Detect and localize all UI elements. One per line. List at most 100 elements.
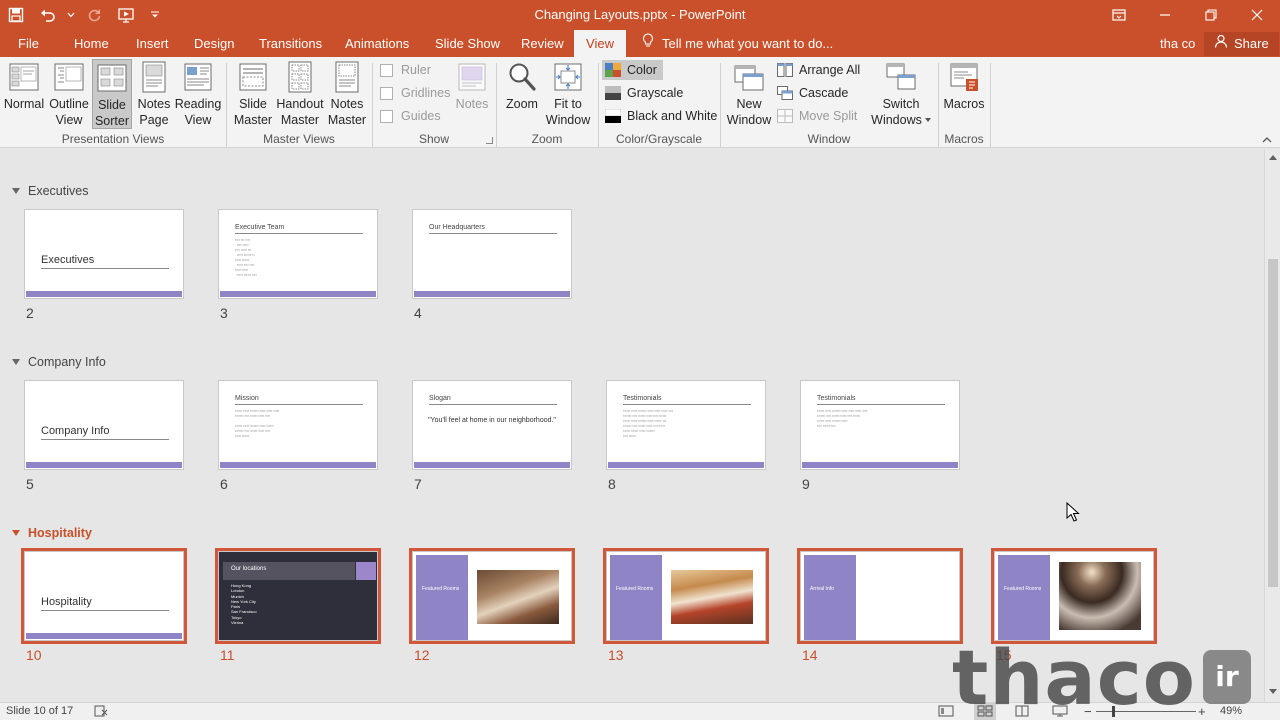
slide-thumbnail-selected[interactable]: Arrival Info: [797, 548, 963, 644]
slide-thumbnail[interactable]: Mission ▪▪▪▪▪▪ ▪▪▪▪▪ ▪▪▪▪▪▪▪ ▪▪▪▪▪ ▪▪▪▪▪…: [218, 380, 378, 470]
scroll-down-arrow-icon[interactable]: [1269, 689, 1277, 694]
vertical-scrollbar[interactable]: [1264, 149, 1280, 702]
tab-file[interactable]: File: [8, 30, 49, 57]
outline-view-button[interactable]: Outline View: [46, 61, 92, 128]
slide-sorter-label: Slide: [98, 98, 126, 112]
zoom-in-icon[interactable]: +: [1198, 704, 1206, 719]
notes-page-icon: [138, 61, 170, 93]
slide-number: 6: [220, 476, 228, 492]
minimize-icon[interactable]: [1142, 0, 1188, 30]
share-button[interactable]: Share: [1204, 32, 1279, 56]
zoom-level[interactable]: 49%: [1220, 705, 1242, 717]
switch-windows-button[interactable]: Switch Windows: [870, 61, 932, 128]
move-split-button[interactable]: Move Split: [777, 106, 857, 126]
ribbon: Normal Outline View Slide Sorter Notes P…: [0, 57, 1280, 148]
notes-master-icon: [331, 61, 363, 93]
macros-icon: [948, 61, 980, 93]
section-header-company-info[interactable]: Company Info: [12, 355, 106, 369]
group-label-show: Show: [418, 132, 450, 146]
collapse-section-icon[interactable]: [12, 359, 20, 365]
watermark-badge: ir: [1203, 650, 1251, 704]
slide-master-label: Slide: [239, 97, 267, 111]
slide-thumbnail[interactable]: Slogan "You'll feel at home in our neigh…: [412, 380, 572, 470]
hotel-room-photo: [1059, 562, 1141, 630]
arrange-all-button[interactable]: Arrange All: [777, 60, 860, 80]
tab-review[interactable]: Review: [511, 30, 574, 57]
slide-thumbnail[interactable]: Executives: [24, 209, 184, 299]
restore-icon[interactable]: [1188, 0, 1234, 30]
normal-view-icon: [8, 61, 40, 93]
slide-thumbnail[interactable]: Company Info: [24, 380, 184, 470]
notes-button[interactable]: Notes: [452, 61, 492, 112]
slide-number: 14: [802, 647, 818, 663]
scroll-up-arrow-icon[interactable]: [1269, 155, 1277, 160]
mouse-cursor-icon: [1066, 501, 1080, 525]
outline-view-label: Outline: [49, 97, 89, 111]
tab-slide-show[interactable]: Slide Show: [425, 30, 510, 57]
guides-checkbox[interactable]: Guides: [380, 106, 441, 126]
switch-windows-label: Switch: [882, 97, 920, 111]
notes-page-button[interactable]: Notes Page: [134, 61, 174, 128]
slide-thumbnail[interactable]: Testimonials ▪▪▪▪▪▪ ▪▪▪▪▪ ▪▪▪▪▪▪▪ ▪▪▪▪▪ …: [800, 380, 960, 470]
new-window-label: New: [736, 97, 762, 111]
notes-master-label: Notes: [330, 97, 364, 111]
tab-home[interactable]: Home: [64, 30, 119, 57]
slide-thumbnail[interactable]: Our Headquarters: [412, 209, 572, 299]
tell-me-box[interactable]: Tell me what you want to do...: [632, 30, 843, 57]
black-and-white-button[interactable]: Black and White: [604, 106, 717, 126]
tab-animations[interactable]: Animations: [335, 30, 419, 57]
fit-to-window-button[interactable]: Fit to Window: [544, 61, 592, 128]
user-name[interactable]: tha co: [1150, 30, 1205, 57]
grayscale-button[interactable]: Grayscale: [605, 83, 683, 103]
normal-view-label: Normal: [3, 97, 45, 111]
locations-list: Hong Kong London Munich New York City Pa…: [231, 583, 257, 626]
black-white-swatch-icon: [604, 108, 622, 123]
tab-design[interactable]: Design: [184, 30, 244, 57]
move-split-icon: [777, 109, 793, 123]
slide-thumbnail[interactable]: Testimonials ▪▪▪▪▪▪ ▪▪▪▪▪ ▪▪▪▪▪▪▪ ▪▪▪▪▪ …: [606, 380, 766, 470]
tab-view[interactable]: View: [574, 30, 626, 57]
slide-master-icon: [237, 61, 269, 93]
tab-transitions[interactable]: Transitions: [249, 30, 332, 57]
slide-thumbnail-selected[interactable]: Featured Rooms: [409, 548, 575, 644]
notes-master-button[interactable]: Notes Master: [326, 61, 368, 128]
color-swatch-icon: [605, 63, 621, 77]
reading-view-button[interactable]: Reading View: [174, 61, 222, 128]
section-header-hospitality[interactable]: Hospitality: [12, 526, 92, 540]
new-window-button[interactable]: New Window: [724, 61, 774, 128]
handout-master-label: Handout: [276, 97, 324, 111]
collapse-section-icon[interactable]: [12, 530, 20, 536]
magnifier-icon: [506, 61, 538, 93]
macros-button[interactable]: Macros: [942, 61, 986, 112]
slide-thumbnail[interactable]: Executive Team ▪▪▪▪ ▪▪▪ ▪▪▪▪ ▪▪▪▪ ▪▪▪▪▪ ▪…: [218, 209, 378, 299]
normal-view-button[interactable]: Normal: [2, 61, 46, 112]
notes-page-label: Notes: [137, 97, 171, 111]
slide-thumbnail-selected[interactable]: Our locations Hong Kong London Munich Ne…: [215, 548, 381, 644]
collapse-section-icon[interactable]: [12, 188, 20, 194]
spell-check-icon[interactable]: [94, 705, 108, 720]
handout-master-button[interactable]: Handout Master: [274, 61, 326, 128]
slide-thumbnail-selected[interactable]: Hospitality: [21, 548, 187, 644]
slide-sorter-icon: [96, 62, 128, 94]
slide-sorter-pane[interactable]: Executives Executives 2 Executive Team ▪…: [0, 149, 1264, 702]
ribbon-display-options-icon[interactable]: [1096, 0, 1142, 30]
show-dialog-launcher-icon[interactable]: [486, 137, 493, 144]
slide-count-status[interactable]: Slide 10 of 17: [6, 705, 73, 717]
arrange-all-icon: [777, 63, 793, 77]
scrollbar-thumb[interactable]: [1268, 259, 1278, 587]
slide-sorter-button[interactable]: Slide Sorter: [92, 59, 132, 129]
gridlines-checkbox[interactable]: Gridlines: [380, 83, 450, 103]
slide-thumbnail-selected[interactable]: Featured Rooms: [603, 548, 769, 644]
slide-master-button[interactable]: Slide Master: [232, 61, 274, 128]
close-icon[interactable]: [1234, 0, 1280, 30]
section-header-executives[interactable]: Executives: [12, 184, 88, 198]
ribbon-tab-bar: File Home Insert Design Transitions Anim…: [0, 30, 1280, 57]
switch-windows-icon: [885, 61, 917, 93]
color-button[interactable]: Color: [602, 60, 663, 80]
collapse-ribbon-icon[interactable]: [1262, 133, 1272, 147]
cascade-button[interactable]: Cascade: [777, 83, 848, 103]
tab-insert[interactable]: Insert: [126, 30, 179, 57]
zoom-button[interactable]: Zoom: [502, 61, 542, 112]
slide-thumbnail-selected[interactable]: Featured Rooms: [991, 548, 1157, 644]
ruler-checkbox[interactable]: Ruler: [380, 60, 431, 80]
